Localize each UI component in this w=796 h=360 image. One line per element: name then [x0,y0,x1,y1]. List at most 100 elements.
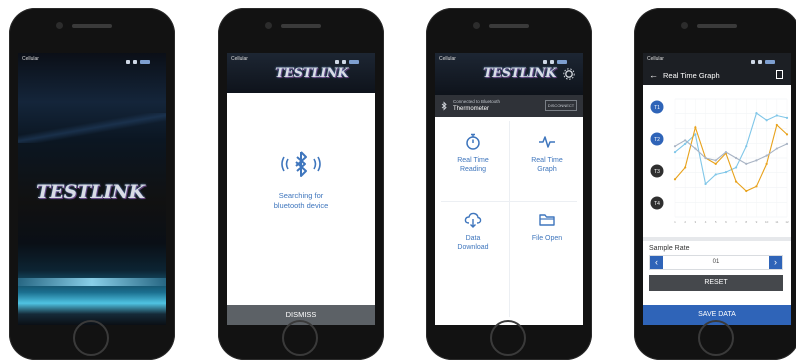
data-point-t1 [765,119,768,122]
signal-icons [543,57,573,64]
app-header: Cellular ← Real Time Graph [643,53,791,85]
phone-splash: Cellular TESTLINK [9,8,175,360]
home-button[interactable] [490,320,526,356]
app-logo: TESTLINK [275,66,349,81]
speaker [697,24,737,28]
data-point-t1 [724,171,728,174]
reset-button[interactable]: RESET [649,275,783,291]
data-point-t2 [714,162,717,165]
speaker [489,24,529,28]
carrier-label: Cellular [231,56,248,62]
graph-screen: Cellular ← Real Time Graph 1 2 3 4 5 6 7 8 9 10 11… [643,53,791,325]
home-button[interactable] [698,320,734,356]
back-arrow-icon[interactable]: ← [649,70,658,80]
data-point-t3 [684,139,687,142]
splash-screen: Cellular TESTLINK [18,53,166,325]
folder-icon [539,214,555,226]
data-point-t1 [694,133,697,136]
data-point-t3 [714,159,717,162]
status-bar: Cellular [435,53,583,65]
data-point-t1 [785,116,789,119]
tile-real-time-reading[interactable]: Real Time Reading [437,133,509,174]
bluetooth-searching-icon [281,151,321,177]
speaker [72,24,112,28]
real-time-graph: 1 2 3 4 5 6 7 8 9 10 11 12T1T2T3T4 [650,98,789,224]
status-bar: Cellular [227,53,375,65]
home-button[interactable] [282,320,318,356]
data-point-t2 [775,123,778,127]
pulse-icon [539,136,555,148]
sample-rate-stepper: ‹ 01 › [649,255,783,270]
x-tick-label: 4 [705,220,707,224]
status-bar: Cellular [643,53,791,65]
tile-label-line-1: Real Time [531,157,563,164]
gear-icon[interactable] [563,68,575,80]
data-point-t1 [745,145,748,148]
data-point-t1 [684,142,687,145]
data-point-t2 [673,178,677,181]
device-name: Thermometer [453,106,490,112]
data-point-t2 [785,133,789,136]
data-point-t3 [724,151,728,154]
data-point-t1 [673,151,677,154]
menu-screen: Cellular TESTLINK Connected to Bluetooth… [435,53,583,325]
x-tick-label: 12 [785,220,789,224]
phone-graph: Cellular ← Real Time Graph 1 2 3 4 5 6 7 8 9 10 11… [634,8,796,360]
front-camera [473,22,480,29]
data-point-t2 [755,185,758,188]
data-point-t3 [765,154,768,157]
data-point-t3 [734,156,738,160]
message-line-1: Searching for [278,191,324,200]
app-logo: TESTLINK [483,66,557,81]
x-tick-label: 10 [765,220,769,224]
bluetooth-icon [441,101,447,111]
x-tick-label: 11 [775,220,778,224]
tile-label-line-2: Graph [537,166,557,173]
sample-rate-value[interactable]: 01 [663,256,769,269]
tile-data-download[interactable]: Data Download [437,211,509,252]
tile-label-line-1: Real Time [457,157,489,164]
background-streak [18,113,166,143]
data-point-t1 [704,182,707,186]
data-point-t1 [755,112,758,115]
x-tick-label: 3 [695,220,697,224]
grid-divider-vertical [509,121,510,317]
front-camera [265,22,272,29]
search-screen: Cellular TESTLINK Searching for bluetoot… [227,53,375,325]
phone-menu: Cellular TESTLINK Connected to Bluetooth… [426,8,592,360]
stopwatch-icon [466,133,480,150]
tile-file-open[interactable]: File Open [511,211,583,243]
data-point-t2 [765,162,768,165]
x-tick-label: 5 [715,220,717,224]
data-point-t1 [775,114,778,117]
decrease-button[interactable]: ‹ [650,256,663,269]
app-logo: TESTLINK [36,181,145,203]
data-point-t3 [775,147,778,150]
data-point-t3 [694,147,697,150]
legend-label-t2: T2 [654,137,660,143]
front-camera [681,22,688,29]
tile-label-line-2: Download [457,244,489,251]
data-point-t2 [734,180,738,183]
disconnect-button[interactable]: DISCONNECT [545,100,577,111]
increase-button[interactable]: › [769,256,782,269]
x-tick-label: 2 [684,220,686,224]
light-glow [18,278,166,286]
x-tick-label: 8 [745,220,747,224]
document-icon[interactable] [776,70,783,79]
x-tick-label: 6 [725,220,727,224]
carrier-label: Cellular [439,56,456,62]
sample-rate-label: Sample Rate [649,245,690,252]
status-bar: Cellular [18,53,166,65]
connection-status: Connected to Bluetooth [453,99,501,104]
data-point-t1 [734,166,738,169]
phone-search: Cellular TESTLINK Searching for bluetoot… [218,8,384,360]
legend-label-t4: T4 [654,201,660,207]
signal-icons [335,57,365,64]
home-button[interactable] [73,320,109,356]
speaker [281,24,321,28]
tile-real-time-graph[interactable]: Real Time Graph [511,133,583,174]
data-point-t2 [684,166,687,169]
section-divider [643,237,791,241]
legend-label-t3: T3 [654,169,660,175]
